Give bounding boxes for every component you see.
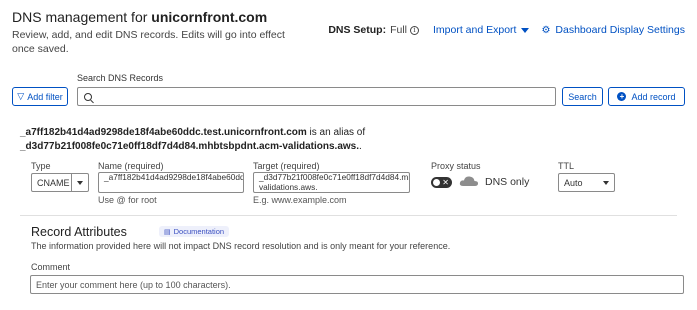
filter-icon: ▽ [17,91,25,101]
caret-down-icon [521,27,530,33]
alias-middle-text: is an alias of [306,127,366,138]
add-filter-label: Add filter [27,91,63,102]
type-value: CNAME [37,177,70,188]
type-label: Type [31,161,51,171]
alias-suffix: . [359,141,362,152]
ttl-select[interactable]: Auto [558,173,615,192]
add-record-button[interactable]: + Add record [608,87,685,106]
dns-setup: DNS Setup: Full i [328,24,419,36]
page-title-prefix: DNS management for [12,9,152,25]
comment-input[interactable] [31,276,683,293]
alias-description: _a7ff182b41d4ad9298de18f4abe60ddc.test.u… [20,126,620,154]
alias-record-target: _d3d77b21f008fe0c71e0ff18df7d4d84.mhbtsb… [20,141,360,152]
ttl-value: Auto [564,177,583,188]
target-hint: E.g. www.example.com [253,195,347,205]
add-filter-button[interactable]: ▽ Add filter [12,87,68,106]
documentation-link[interactable]: ▤ Documentation [159,226,230,237]
info-icon[interactable]: i [409,25,419,35]
dns-setup-label: DNS Setup: [328,24,387,36]
search-icon [84,92,92,101]
top-actions: DNS Setup: Full i Import and Export ⚙ Da… [328,24,685,36]
chevron-down-icon [603,180,609,185]
comment-label: Comment [31,262,71,272]
page-title-domain: unicornfront.com [151,9,268,25]
type-dropdown-toggle[interactable] [71,174,88,191]
dashboard-display-settings-button[interactable]: ⚙ Dashboard Display Settings [541,24,685,36]
target-label: Target (required) [253,161,320,171]
proxy-status-label: Proxy status [431,161,481,171]
dashboard-display-settings-label: Dashboard Display Settings [555,24,685,36]
chevron-down-icon [77,180,83,185]
type-select[interactable]: CNAME [31,173,89,192]
search-field[interactable] [77,87,556,106]
name-hint: Use @ for root [98,195,157,205]
add-record-label: Add record [631,91,676,102]
toggle-knob [433,179,440,186]
gear-icon: ⚙ [541,24,551,36]
divider [20,215,677,216]
proxy-status-value: DNS only [485,176,530,188]
search-label: Search DNS Records [77,73,164,83]
record-attributes-description: The information provided here will not i… [31,241,451,251]
plus-circle-icon: + [617,92,627,101]
comment-field[interactable] [30,275,684,294]
alias-record-name: _a7ff182b41d4ad9298de18f4abe60ddc.test.u… [20,127,307,138]
page-title: DNS management for unicornfront.com [12,9,267,25]
proxy-status-toggle[interactable]: ✕ [431,177,452,188]
book-icon: ▤ [164,228,171,236]
target-field[interactable]: _d3d77b21f008fe0c71e0ff18df7d4d84.mhbtsb… [253,172,410,193]
close-icon: ✕ [442,178,449,187]
import-export-button[interactable]: Import and Export [432,24,530,36]
documentation-label: Documentation [173,227,225,236]
search-input[interactable] [96,89,555,104]
name-label: Name (required) [98,161,164,171]
cloud-icon [459,176,479,186]
dns-setup-value: Full [390,24,407,36]
record-attributes-heading: Record Attributes [31,225,127,239]
ttl-label: TTL [558,161,575,171]
import-export-label: Import and Export [432,24,517,36]
page-subtitle: Review, add, and edit DNS records. Edits… [12,29,285,55]
search-button[interactable]: Search [562,87,603,106]
name-field[interactable]: _a7ff182b41d4ad9298de18f4abe60ddc.test.u… [98,172,244,193]
